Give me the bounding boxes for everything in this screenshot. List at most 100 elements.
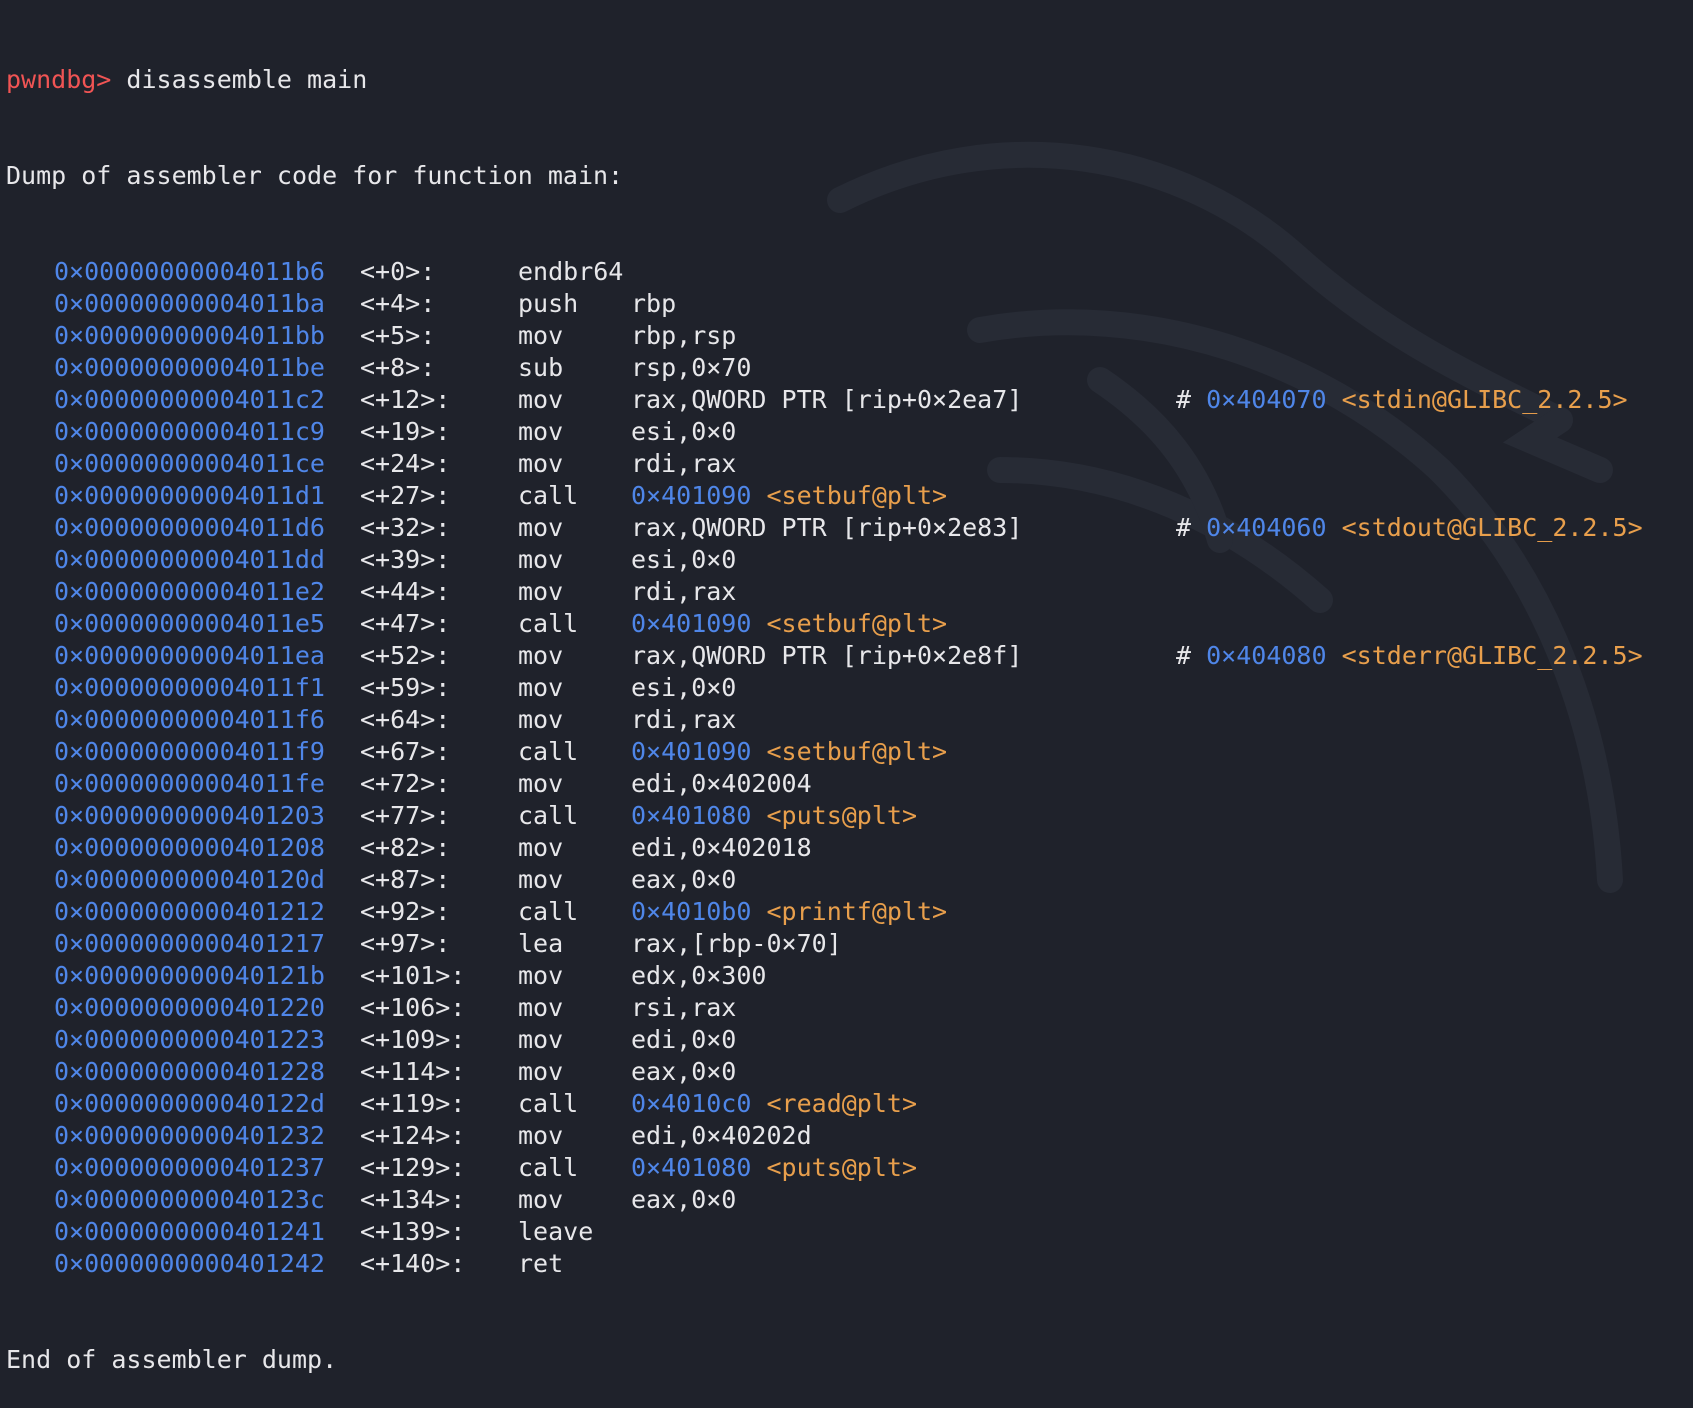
instruction-offset: <+87>: bbox=[360, 865, 451, 894]
instruction-operands: rax,QWORD PTR [rip+0×2ea7] bbox=[631, 385, 1023, 414]
instruction-operands: rsi,rax bbox=[631, 993, 737, 1022]
call-target: 0×401090 <setbuf@plt> bbox=[631, 608, 947, 640]
instruction-address: 0×0000000000401203 bbox=[54, 801, 325, 830]
terminal[interactable]: pwndbg> disassemble main Dump of assembl… bbox=[6, 0, 1693, 1374]
instruction-address: 0×000000000040122d bbox=[54, 1089, 325, 1118]
call-target: 0×401080 <puts@plt> bbox=[631, 800, 917, 832]
call-target-symbol: <read@plt> bbox=[766, 1089, 917, 1118]
instruction-row: 0×00000000004011e5 <+47>: call 0×401090 <se… bbox=[6, 608, 1693, 640]
instruction-offset: <+12>: bbox=[360, 385, 451, 414]
instruction-mnemonic: mov bbox=[518, 705, 564, 734]
instruction-operands: rdi,rax bbox=[631, 577, 737, 606]
instruction-address: 0×0000000000401232 bbox=[54, 1121, 325, 1150]
instruction-address: 0×00000000004011d1 bbox=[54, 481, 325, 510]
call-target-symbol: <setbuf@plt> bbox=[766, 609, 948, 638]
comment-symbol: <stdout@GLIBC_2.2.5> bbox=[1341, 513, 1643, 542]
instruction-row: 0×0000000000401232 <+124>: mov edi,0×40202d bbox=[6, 1120, 1693, 1152]
instruction-row: 0×00000000004011fe <+72>: mov edi,0×402004 bbox=[6, 768, 1693, 800]
instruction-operands: rax,[rbp-0×70] bbox=[631, 929, 842, 958]
instruction-mnemonic: call bbox=[518, 801, 579, 830]
instruction-mnemonic: mov bbox=[518, 449, 564, 478]
call-target: 0×401090 <setbuf@plt> bbox=[631, 736, 947, 768]
instruction-mnemonic: mov bbox=[518, 545, 564, 574]
instruction-mnemonic: mov bbox=[518, 1185, 564, 1214]
command-text: disassemble main bbox=[126, 65, 368, 94]
dump-footer: End of assembler dump. bbox=[6, 1345, 338, 1374]
instruction-offset: <+0>: bbox=[360, 257, 436, 286]
instruction-operands: rax,QWORD PTR [rip+0×2e83] bbox=[631, 513, 1023, 542]
instruction-row: 0×0000000000401203 <+77>: call 0×401080 <pu… bbox=[6, 800, 1693, 832]
instruction-mnemonic: leave bbox=[518, 1217, 594, 1246]
instruction-operands: edi,0×402018 bbox=[631, 833, 812, 862]
instruction-row: 0×00000000004011c9 <+19>: mov esi,0×0 bbox=[6, 416, 1693, 448]
instruction-address: 0×00000000004011c9 bbox=[54, 417, 325, 446]
instruction-row: 0×00000000004011f6 <+64>: mov rdi,rax bbox=[6, 704, 1693, 736]
call-target: 0×401090 <setbuf@plt> bbox=[631, 480, 947, 512]
instruction-comment: # 0×404060 <stdout@GLIBC_2.2.5> bbox=[1176, 512, 1643, 544]
instruction-mnemonic: mov bbox=[518, 417, 564, 446]
call-target-symbol: <setbuf@plt> bbox=[766, 737, 948, 766]
instruction-mnemonic: call bbox=[518, 609, 579, 638]
instruction-address: 0×00000000004011e5 bbox=[54, 609, 325, 638]
instruction-mnemonic: mov bbox=[518, 865, 564, 894]
instruction-address: 0×00000000004011be bbox=[54, 353, 325, 382]
instruction-address: 0×00000000004011dd bbox=[54, 545, 325, 574]
instruction-offset: <+27>: bbox=[360, 481, 451, 510]
instruction-address: 0×00000000004011f9 bbox=[54, 737, 325, 766]
instruction-operands: edx,0×300 bbox=[631, 961, 767, 990]
instruction-row: 0×00000000004011ce <+24>: mov rdi,rax bbox=[6, 448, 1693, 480]
call-target: 0×401080 <puts@plt> bbox=[631, 1152, 917, 1184]
comment-hash: # bbox=[1176, 385, 1192, 414]
instruction-mnemonic: mov bbox=[518, 961, 564, 990]
instruction-comment: # 0×404080 <stderr@GLIBC_2.2.5> bbox=[1176, 640, 1643, 672]
instruction-row: 0×00000000004011dd <+39>: mov esi,0×0 bbox=[6, 544, 1693, 576]
instruction-row: 0×00000000004011e2 <+44>: mov rdi,rax bbox=[6, 576, 1693, 608]
instruction-row: 0×00000000004011ba <+4>: push rbp bbox=[6, 288, 1693, 320]
instruction-mnemonic: sub bbox=[518, 353, 564, 382]
instruction-row: 0×000000000040122d <+119>: call 0×4010c0 <r… bbox=[6, 1088, 1693, 1120]
comment-address: 0×404070 bbox=[1206, 385, 1327, 414]
instruction-operands: edi,0×40202d bbox=[631, 1121, 812, 1150]
instruction-offset: <+64>: bbox=[360, 705, 451, 734]
instruction-operands: rdi,rax bbox=[631, 705, 737, 734]
instruction-address: 0×0000000000401212 bbox=[54, 897, 325, 926]
instruction-mnemonic: mov bbox=[518, 385, 564, 414]
instruction-row: 0×000000000040120d <+87>: mov eax,0×0 bbox=[6, 864, 1693, 896]
instruction-mnemonic: call bbox=[518, 897, 579, 926]
instruction-mnemonic: call bbox=[518, 737, 579, 766]
instruction-mnemonic: mov bbox=[518, 1121, 564, 1150]
prompt-line: pwndbg> disassemble main bbox=[6, 64, 1693, 96]
instruction-operands: edi,0×402004 bbox=[631, 769, 812, 798]
instruction-row: 0×000000000040123c <+134>: mov eax,0×0 bbox=[6, 1184, 1693, 1216]
instruction-offset: <+32>: bbox=[360, 513, 451, 542]
instruction-row: 0×00000000004011c2 <+12>: mov rax,QWORD PTR… bbox=[6, 384, 1693, 416]
call-target-symbol: <printf@plt> bbox=[766, 897, 948, 926]
instruction-mnemonic: ret bbox=[518, 1249, 564, 1278]
instruction-address: 0×00000000004011ea bbox=[54, 641, 325, 670]
instruction-address: 0×0000000000401223 bbox=[54, 1025, 325, 1054]
instruction-address: 0×000000000040121b bbox=[54, 961, 325, 990]
instruction-operands: esi,0×0 bbox=[631, 545, 737, 574]
pwndbg-prompt: pwndbg> bbox=[6, 65, 112, 94]
instruction-operands: esi,0×0 bbox=[631, 673, 737, 702]
instruction-row: 0×00000000004011f9 <+67>: call 0×401090 <se… bbox=[6, 736, 1693, 768]
instruction-address: 0×00000000004011fe bbox=[54, 769, 325, 798]
call-target: 0×4010b0 <printf@plt> bbox=[631, 896, 947, 928]
instruction-row: 0×000000000040121b <+101>: mov edx,0×300 bbox=[6, 960, 1693, 992]
instruction-offset: <+139>: bbox=[360, 1217, 466, 1246]
instruction-offset: <+44>: bbox=[360, 577, 451, 606]
instruction-offset: <+97>: bbox=[360, 929, 451, 958]
instruction-operands: rdi,rax bbox=[631, 449, 737, 478]
instruction-row: 0×0000000000401217 <+97>: lea rax,[rbp-0×70… bbox=[6, 928, 1693, 960]
call-target-address: 0×401090 bbox=[631, 481, 752, 510]
instruction-offset: <+59>: bbox=[360, 673, 451, 702]
instruction-operands: rbp,rsp bbox=[631, 321, 737, 350]
instruction-mnemonic: mov bbox=[518, 641, 564, 670]
instruction-offset: <+52>: bbox=[360, 641, 451, 670]
instruction-mnemonic: mov bbox=[518, 993, 564, 1022]
instruction-row: 0×00000000004011ea <+52>: mov rax,QWORD PTR… bbox=[6, 640, 1693, 672]
instruction-address: 0×00000000004011ce bbox=[54, 449, 325, 478]
comment-address: 0×404060 bbox=[1206, 513, 1327, 542]
instruction-address: 0×000000000040120d bbox=[54, 865, 325, 894]
instruction-row: 0×0000000000401242 <+140>: ret bbox=[6, 1248, 1693, 1280]
